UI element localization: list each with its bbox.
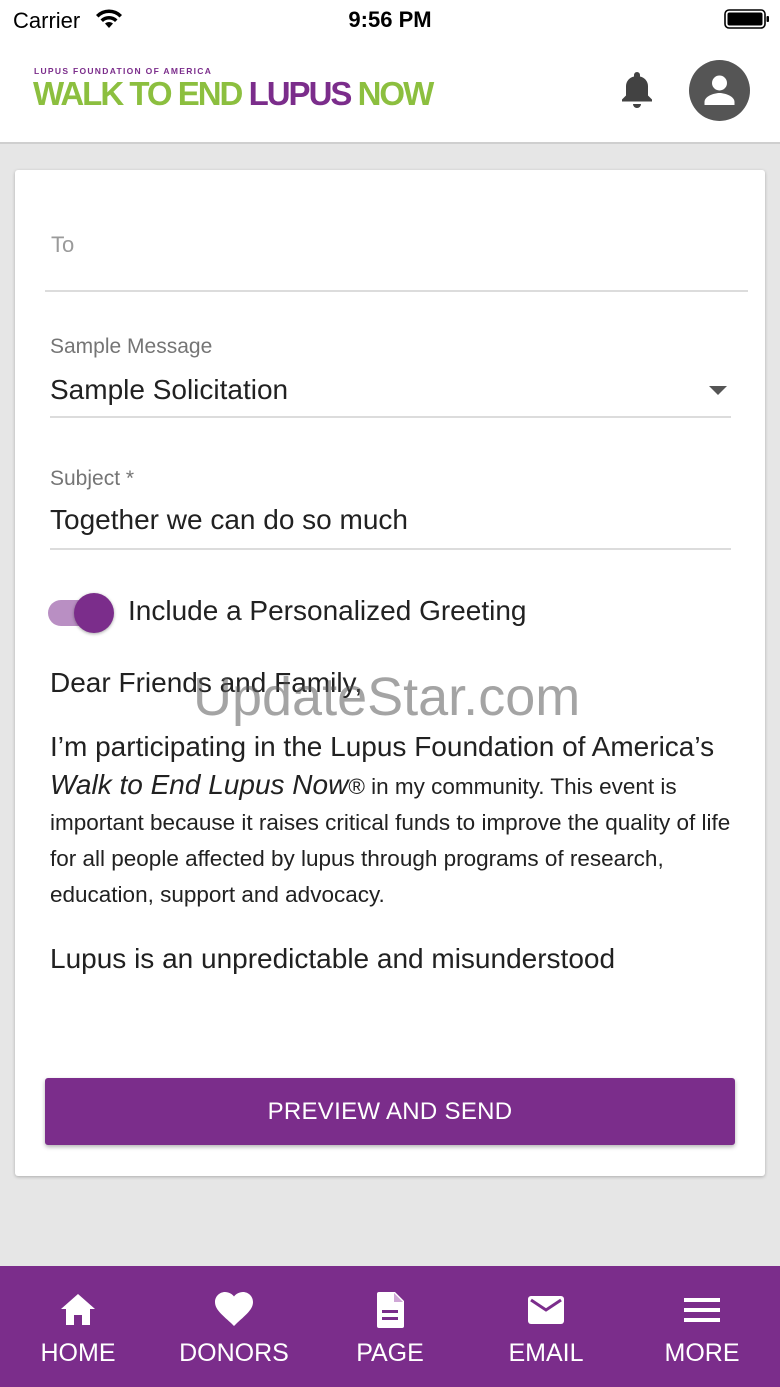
message-paragraph: Lupus is an unpredictable and misunderst… — [50, 943, 616, 974]
menu-icon — [684, 1298, 720, 1322]
sample-message-value: Sample Solicitation — [50, 374, 289, 405]
nav-item-page[interactable]: PAGE — [312, 1266, 468, 1387]
subject-input[interactable]: Together we can do so much — [50, 498, 731, 550]
account-button[interactable] — [689, 60, 750, 121]
nav-label: PAGE — [356, 1339, 424, 1367]
message-body[interactable]: Dear Friends and Family, I’m participati… — [50, 665, 740, 1008]
bottom-nav: HOME DONORS PAGE EMAIL MORE — [0, 1266, 780, 1387]
preview-and-send-button[interactable]: PREVIEW AND SEND — [45, 1078, 735, 1145]
nav-label: HOME — [40, 1339, 116, 1367]
message-paragraph: I’m participating in the Lupus Foundatio… — [50, 731, 731, 907]
personalized-greeting-toggle[interactable] — [48, 593, 114, 633]
page-icon — [377, 1292, 404, 1328]
nav-item-donors[interactable]: DONORS — [156, 1266, 312, 1387]
logo-wordmark: WALK TO END LUPUS NOW — [33, 75, 434, 112]
nav-item-more[interactable]: MORE — [624, 1266, 780, 1387]
heart-icon — [215, 1292, 253, 1326]
app-header: LUPUS FOUNDATION OF AMERICA WALK TO END … — [0, 40, 780, 144]
nav-item-home[interactable]: HOME — [0, 1266, 156, 1387]
clock: 9:56 PM — [348, 7, 432, 32]
message-greeting: Dear Friends and Family, — [50, 667, 363, 698]
nav-item-email[interactable]: EMAIL — [468, 1266, 624, 1387]
email-icon — [528, 1296, 564, 1324]
toggle-thumb — [74, 593, 114, 633]
subject-value: Together we can do so much — [50, 504, 408, 535]
sample-message-select[interactable]: Sample Solicitation — [50, 366, 731, 418]
email-form-card: To Sample Message Sample Solicitation Su… — [15, 170, 765, 1176]
bell-icon — [622, 72, 652, 108]
sample-message-label: Sample Message — [50, 335, 213, 358]
nav-label: MORE — [664, 1339, 740, 1367]
to-field[interactable]: To — [45, 210, 748, 292]
home-icon — [61, 1294, 95, 1325]
subject-label: Subject * — [50, 467, 135, 490]
battery-icon — [724, 9, 769, 29]
account-icon — [704, 75, 735, 105]
status-bar: Carrier 9:56 PM — [0, 0, 780, 40]
notifications-button[interactable] — [617, 68, 657, 112]
nav-label: EMAIL — [508, 1339, 584, 1367]
nav-label: DONORS — [179, 1339, 289, 1367]
to-placeholder: To — [51, 232, 75, 257]
dropdown-arrow-icon — [709, 386, 727, 395]
personalized-greeting-label: Include a Personalized Greeting — [128, 595, 527, 626]
